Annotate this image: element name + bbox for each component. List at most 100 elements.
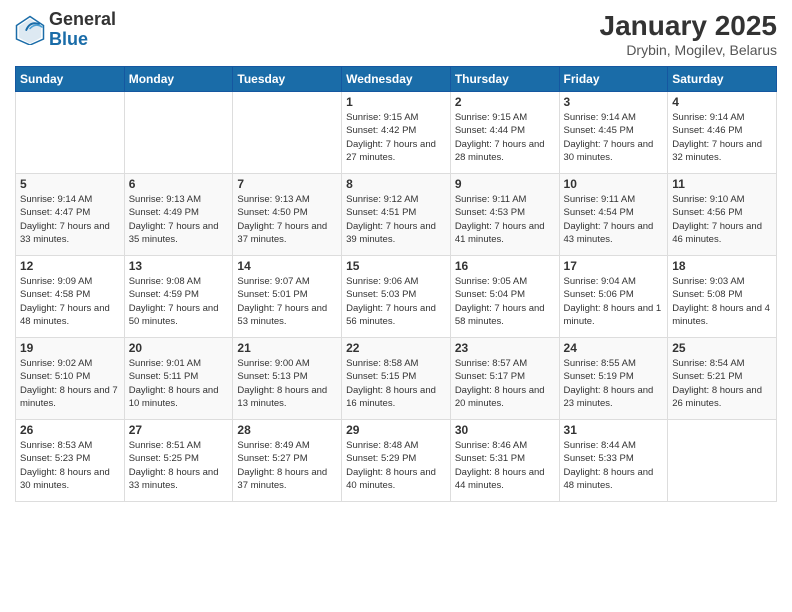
day-number: 7 — [237, 177, 337, 191]
day-info: Sunrise: 8:58 AM Sunset: 5:15 PM Dayligh… — [346, 357, 446, 410]
day-number: 31 — [564, 423, 664, 437]
calendar-table: SundayMondayTuesdayWednesdayThursdayFrid… — [15, 66, 777, 502]
calendar-cell: 26 Sunrise: 8:53 AM Sunset: 5:23 PM Dayli… — [16, 420, 125, 502]
day-number: 10 — [564, 177, 664, 191]
day-info: Sunrise: 9:14 AM Sunset: 4:46 PM Dayligh… — [672, 111, 772, 164]
day-number: 21 — [237, 341, 337, 355]
day-info: Sunrise: 8:44 AM Sunset: 5:33 PM Dayligh… — [564, 439, 664, 492]
calendar-cell: 23Sunrise: 8:57 AM Sunset: 5:17 PM Dayli… — [450, 338, 559, 420]
day-number: 22 — [346, 341, 446, 355]
calendar-cell: 11 Sunrise: 9:10 AM Sunset: 4:56 PM Dayli… — [668, 174, 777, 256]
calendar-cell — [668, 420, 777, 502]
day-info: Sunrise: 9:07 AM Sunset: 5:01 PM Dayligh… — [237, 275, 337, 328]
day-info: Sunrise: 8:49 AM Sunset: 5:27 PM Dayligh… — [237, 439, 337, 492]
day-info: Sunrise: 8:53 AM Sunset: 5:23 PM Dayligh… — [20, 439, 120, 492]
calendar-cell: 6 Sunrise: 9:13 AM Sunset: 4:49 PM Daylig… — [124, 174, 233, 256]
logo-icon — [15, 15, 45, 45]
day-info: Sunrise: 8:55 AM Sunset: 5:19 PM Dayligh… — [564, 357, 664, 410]
day-info: Sunrise: 9:00 AM Sunset: 5:13 PM Dayligh… — [237, 357, 337, 410]
day-number: 1 — [346, 95, 446, 109]
day-number: 20 — [129, 341, 229, 355]
calendar-cell: 28 Sunrise: 8:49 AM Sunset: 5:27 PM Dayli… — [233, 420, 342, 502]
calendar-week-2: 5 Sunrise: 9:14 AM Sunset: 4:47 PM Daylig… — [16, 174, 777, 256]
calendar-cell: 25Sunrise: 8:54 AM Sunset: 5:21 PM Dayli… — [668, 338, 777, 420]
calendar-cell: 21 Sunrise: 9:00 AM Sunset: 5:13 PM Dayli… — [233, 338, 342, 420]
calendar-cell: 10 Sunrise: 9:11 AM Sunset: 4:54 PM Dayli… — [559, 174, 668, 256]
calendar-cell: 5 Sunrise: 9:14 AM Sunset: 4:47 PM Daylig… — [16, 174, 125, 256]
day-info: Sunrise: 9:11 AM Sunset: 4:53 PM Dayligh… — [455, 193, 555, 246]
day-info: Sunrise: 9:06 AM Sunset: 5:03 PM Dayligh… — [346, 275, 446, 328]
day-info: Sunrise: 9:08 AM Sunset: 4:59 PM Dayligh… — [129, 275, 229, 328]
day-number: 28 — [237, 423, 337, 437]
day-number: 2 — [455, 95, 555, 109]
calendar-week-5: 26 Sunrise: 8:53 AM Sunset: 5:23 PM Dayli… — [16, 420, 777, 502]
calendar-cell: 9 Sunrise: 9:11 AM Sunset: 4:53 PM Daylig… — [450, 174, 559, 256]
day-info: Sunrise: 8:51 AM Sunset: 5:25 PM Dayligh… — [129, 439, 229, 492]
calendar-cell — [124, 92, 233, 174]
day-number: 12 — [20, 259, 120, 273]
day-info: Sunrise: 9:11 AM Sunset: 4:54 PM Dayligh… — [564, 193, 664, 246]
calendar-cell: 2 Sunrise: 9:15 AM Sunset: 4:44 PM Daylig… — [450, 92, 559, 174]
calendar-cell: 12 Sunrise: 9:09 AM Sunset: 4:58 PM Dayli… — [16, 256, 125, 338]
calendar-cell: 20Sunrise: 9:01 AM Sunset: 5:11 PM Dayli… — [124, 338, 233, 420]
day-info: Sunrise: 9:13 AM Sunset: 4:50 PM Dayligh… — [237, 193, 337, 246]
calendar-cell: 8Sunrise: 9:12 AM Sunset: 4:51 PM Daylig… — [342, 174, 451, 256]
day-number: 4 — [672, 95, 772, 109]
day-info: Sunrise: 9:14 AM Sunset: 4:47 PM Dayligh… — [20, 193, 120, 246]
day-number: 9 — [455, 177, 555, 191]
day-info: Sunrise: 8:46 AM Sunset: 5:31 PM Dayligh… — [455, 439, 555, 492]
day-info: Sunrise: 9:15 AM Sunset: 4:44 PM Dayligh… — [455, 111, 555, 164]
day-number: 26 — [20, 423, 120, 437]
day-number: 24 — [564, 341, 664, 355]
day-number: 11 — [672, 177, 772, 191]
logo-blue-text: Blue — [49, 29, 88, 49]
weekday-header-saturday: Saturday — [668, 67, 777, 92]
page-container: General Blue January 2025 Drybin, Mogile… — [0, 0, 792, 612]
calendar-cell: 19Sunrise: 9:02 AM Sunset: 5:10 PM Dayli… — [16, 338, 125, 420]
weekday-header-row: SundayMondayTuesdayWednesdayThursdayFrid… — [16, 67, 777, 92]
day-number: 15 — [346, 259, 446, 273]
day-number: 5 — [20, 177, 120, 191]
logo: General Blue — [15, 10, 116, 50]
weekday-header-wednesday: Wednesday — [342, 67, 451, 92]
day-number: 17 — [564, 259, 664, 273]
day-info: Sunrise: 9:09 AM Sunset: 4:58 PM Dayligh… — [20, 275, 120, 328]
logo-wordmark: General Blue — [49, 10, 116, 50]
day-number: 18 — [672, 259, 772, 273]
weekday-header-friday: Friday — [559, 67, 668, 92]
day-number: 3 — [564, 95, 664, 109]
day-info: Sunrise: 9:13 AM Sunset: 4:49 PM Dayligh… — [129, 193, 229, 246]
day-number: 13 — [129, 259, 229, 273]
day-number: 25 — [672, 341, 772, 355]
day-number: 16 — [455, 259, 555, 273]
calendar-week-3: 12 Sunrise: 9:09 AM Sunset: 4:58 PM Dayli… — [16, 256, 777, 338]
subtitle: Drybin, Mogilev, Belarus — [600, 42, 777, 58]
calendar-cell: 4 Sunrise: 9:14 AM Sunset: 4:46 PM Daylig… — [668, 92, 777, 174]
title-block: January 2025 Drybin, Mogilev, Belarus — [600, 10, 777, 58]
weekday-header-tuesday: Tuesday — [233, 67, 342, 92]
day-info: Sunrise: 9:05 AM Sunset: 5:04 PM Dayligh… — [455, 275, 555, 328]
calendar-week-1: 1Sunrise: 9:15 AM Sunset: 4:42 PM Daylig… — [16, 92, 777, 174]
calendar-cell: 13 Sunrise: 9:08 AM Sunset: 4:59 PM Dayli… — [124, 256, 233, 338]
calendar-cell: 16 Sunrise: 9:05 AM Sunset: 5:04 PM Dayli… — [450, 256, 559, 338]
calendar-cell — [233, 92, 342, 174]
calendar-cell: 31 Sunrise: 8:44 AM Sunset: 5:33 PM Dayli… — [559, 420, 668, 502]
calendar-cell: 22 Sunrise: 8:58 AM Sunset: 5:15 PM Dayli… — [342, 338, 451, 420]
calendar-cell: 7 Sunrise: 9:13 AM Sunset: 4:50 PM Daylig… — [233, 174, 342, 256]
weekday-header-sunday: Sunday — [16, 67, 125, 92]
calendar-cell: 15 Sunrise: 9:06 AM Sunset: 5:03 PM Dayli… — [342, 256, 451, 338]
header: General Blue January 2025 Drybin, Mogile… — [15, 10, 777, 58]
main-title: January 2025 — [600, 10, 777, 42]
calendar-cell: 29Sunrise: 8:48 AM Sunset: 5:29 PM Dayli… — [342, 420, 451, 502]
day-info: Sunrise: 9:04 AM Sunset: 5:06 PM Dayligh… — [564, 275, 664, 328]
day-info: Sunrise: 8:48 AM Sunset: 5:29 PM Dayligh… — [346, 439, 446, 492]
day-info: Sunrise: 9:10 AM Sunset: 4:56 PM Dayligh… — [672, 193, 772, 246]
calendar-cell: 3 Sunrise: 9:14 AM Sunset: 4:45 PM Daylig… — [559, 92, 668, 174]
day-info: Sunrise: 9:14 AM Sunset: 4:45 PM Dayligh… — [564, 111, 664, 164]
day-info: Sunrise: 9:12 AM Sunset: 4:51 PM Dayligh… — [346, 193, 446, 246]
calendar-cell: 18Sunrise: 9:03 AM Sunset: 5:08 PM Dayli… — [668, 256, 777, 338]
weekday-header-monday: Monday — [124, 67, 233, 92]
calendar-cell: 17 Sunrise: 9:04 AM Sunset: 5:06 PM Dayli… — [559, 256, 668, 338]
day-number: 6 — [129, 177, 229, 191]
day-number: 23 — [455, 341, 555, 355]
